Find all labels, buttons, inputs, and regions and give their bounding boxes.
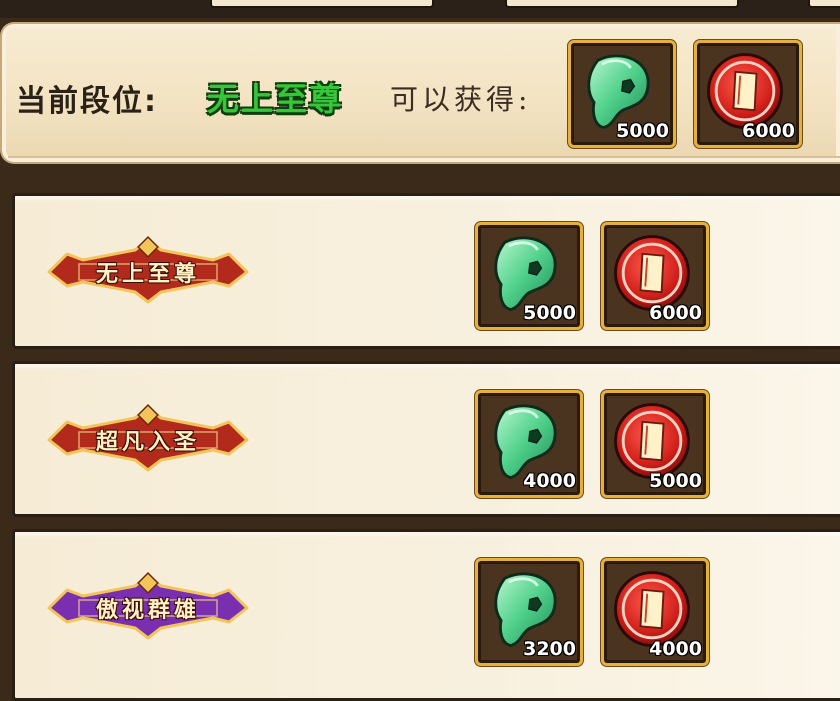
tier-row: 超凡入圣 4000 5000: [12, 361, 840, 517]
reward-qty: 4000: [523, 470, 576, 492]
tier-name: 无上至尊: [95, 261, 200, 287]
reward-slot-jade[interactable]: 3200: [475, 558, 583, 666]
current-rank-panel: 当前段位: 无上至尊 可以获得: 5000 6000: [0, 22, 840, 164]
current-rank-name: 无上至尊: [207, 80, 344, 118]
reward-slot-token[interactable]: 4000: [601, 558, 709, 666]
reward-slot-token[interactable]: 6000: [601, 222, 709, 330]
reward-slot-jade[interactable]: 5000: [568, 40, 676, 148]
separator: [0, 178, 840, 192]
reward-qty: 4000: [649, 638, 702, 660]
reward-slot-token[interactable]: 5000: [601, 390, 709, 498]
reward-qty: 5000: [523, 302, 576, 324]
top-tab-edge: [808, 0, 840, 8]
tier-row: 无上至尊 5000 6000: [12, 193, 840, 349]
reward-slot-token[interactable]: 6000: [694, 40, 802, 148]
reward-qty: 5000: [649, 470, 702, 492]
tier-name: 傲视群雄: [95, 597, 200, 623]
tier-badge: 无上至尊: [43, 236, 253, 306]
top-strip: [0, 0, 840, 18]
reward-qty: 5000: [616, 120, 669, 142]
tier-badge: 超凡入圣: [43, 404, 253, 474]
reward-slot-jade[interactable]: 4000: [475, 390, 583, 498]
top-tab-edge: [210, 0, 434, 8]
tier-row: 傲视群雄 3200 4000: [12, 529, 840, 701]
reward-qty: 6000: [742, 120, 795, 142]
tier-name: 超凡入圣: [95, 429, 200, 455]
obtain-label: 可以获得:: [390, 83, 532, 116]
tier-badge: 傲视群雄: [43, 572, 253, 642]
reward-qty: 3200: [523, 638, 576, 660]
reward-qty: 6000: [649, 302, 702, 324]
current-rank-label: 当前段位:: [16, 84, 158, 119]
top-tab-edge: [505, 0, 739, 8]
reward-slot-jade[interactable]: 5000: [475, 222, 583, 330]
